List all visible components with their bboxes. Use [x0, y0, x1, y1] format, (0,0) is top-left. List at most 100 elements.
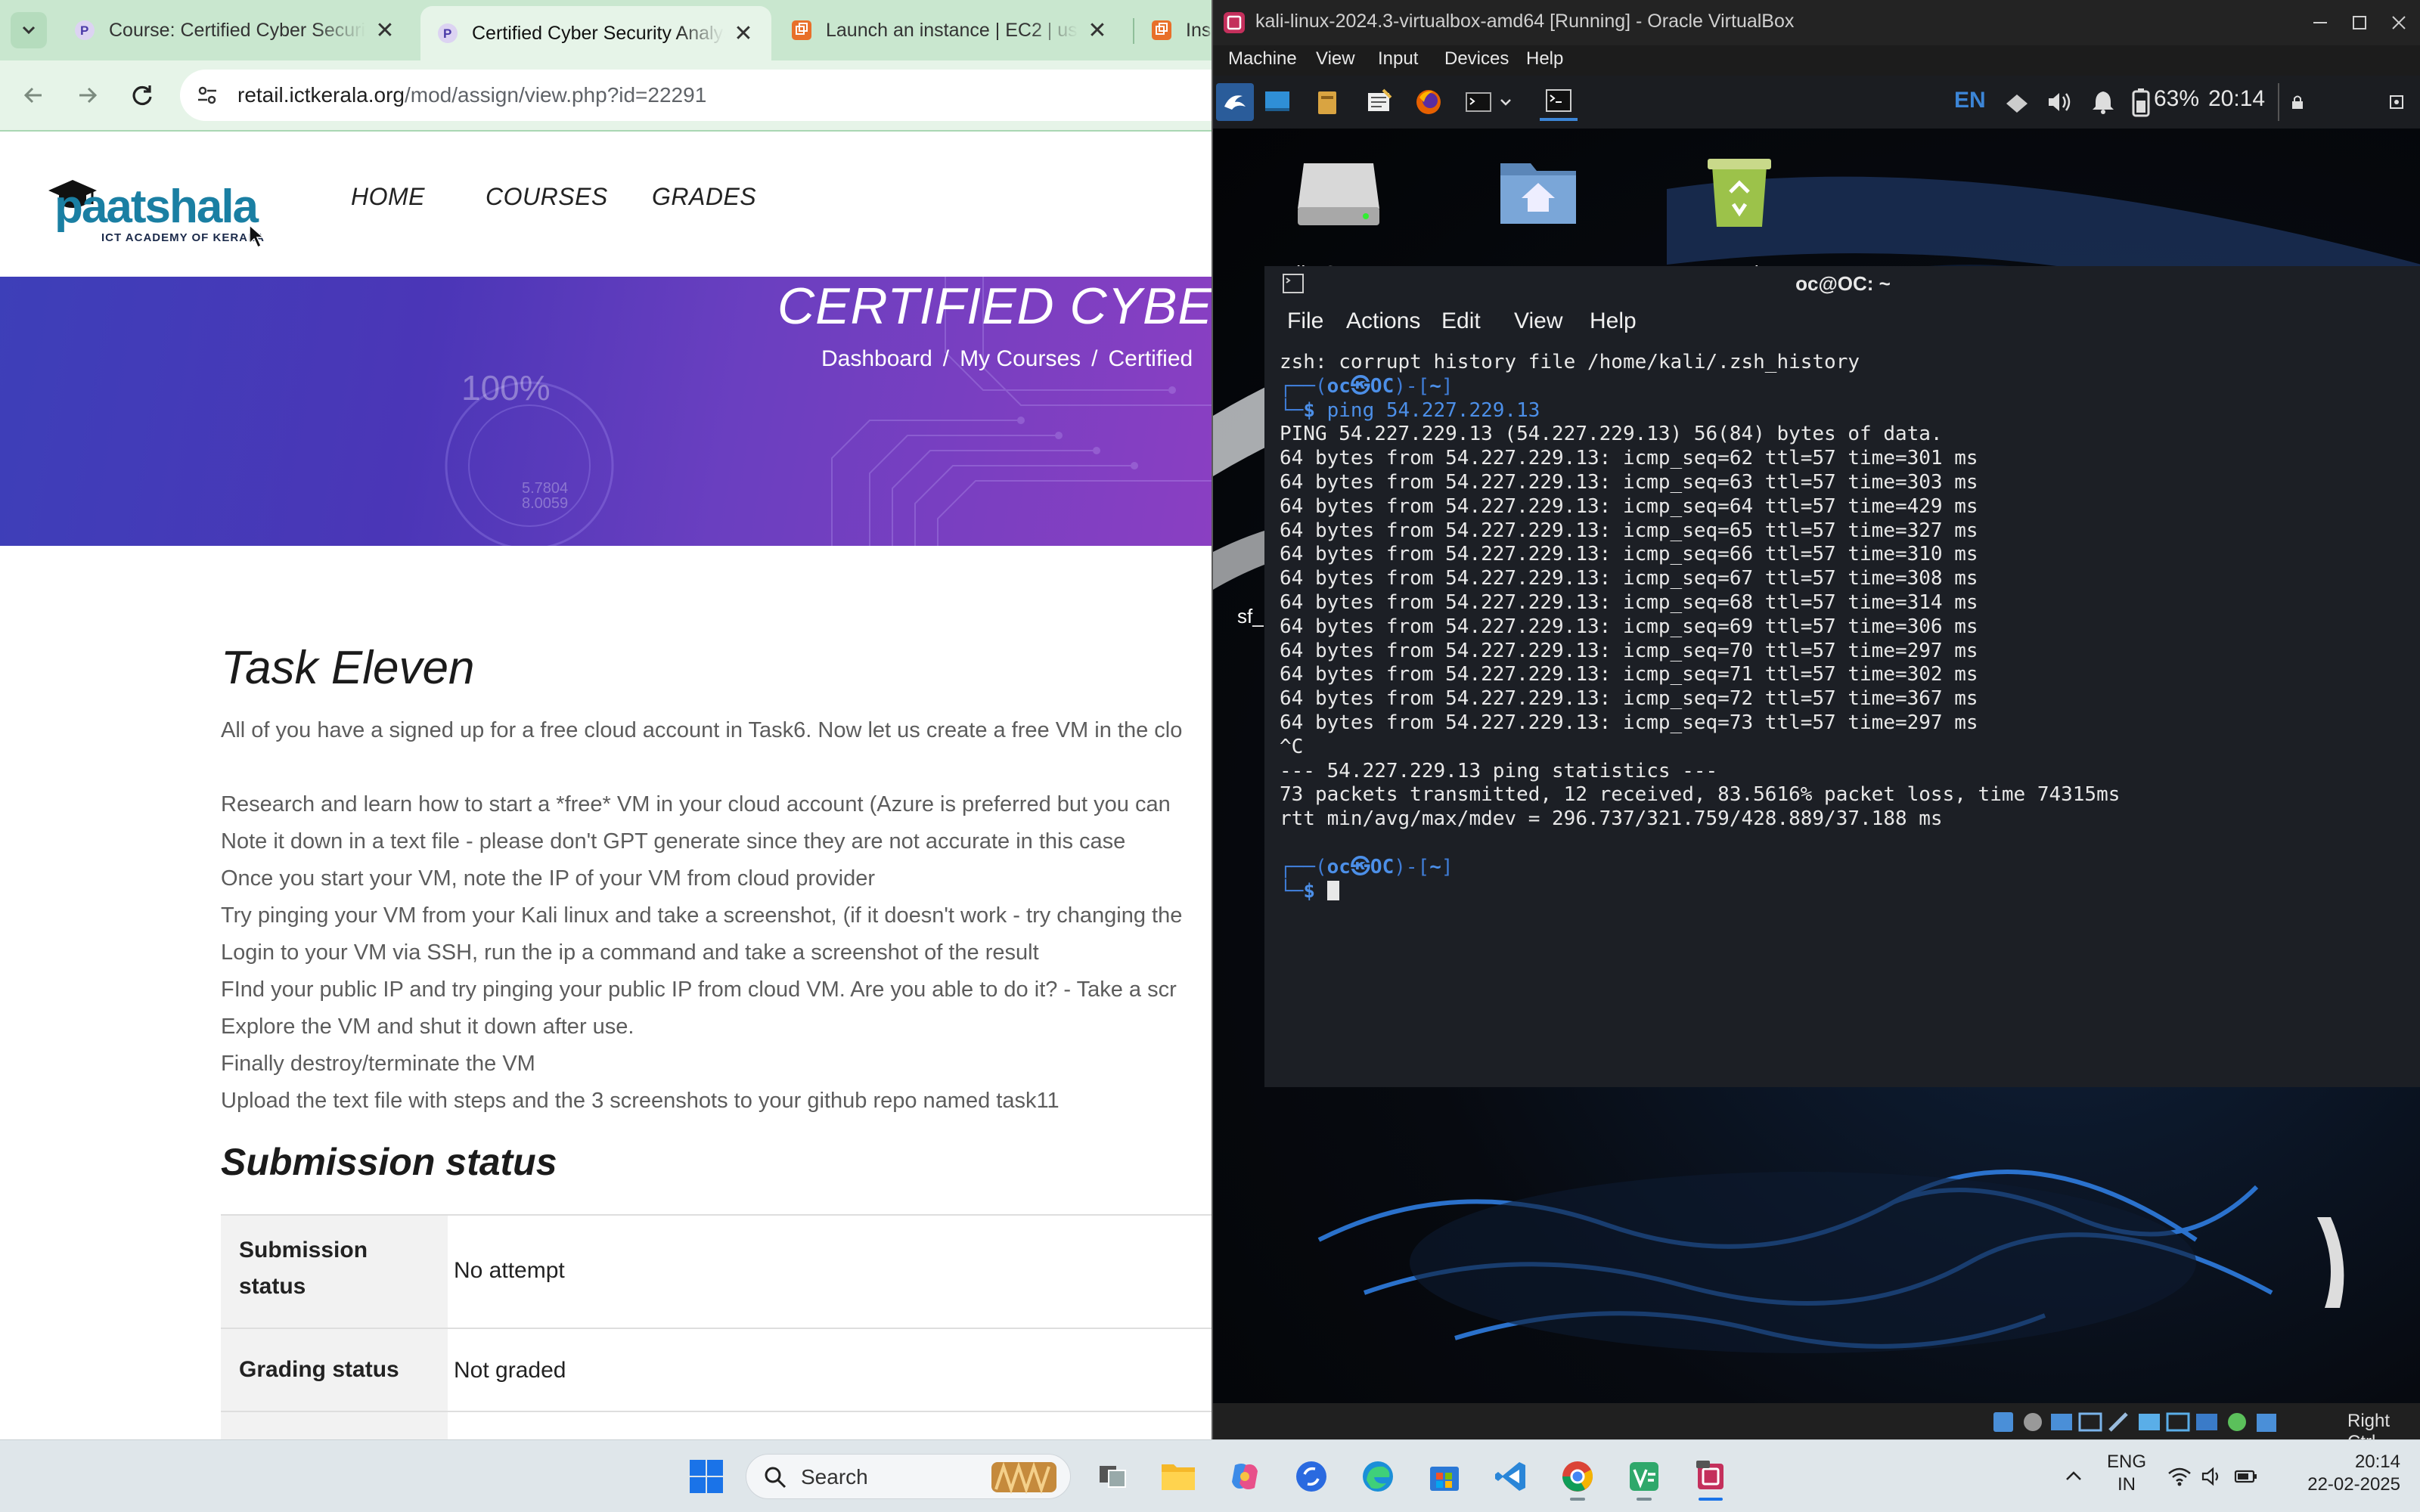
terminal-output[interactable]: zsh: corrupt history file /home/kali/.zs…	[1280, 351, 2414, 1077]
network-icon[interactable]	[1998, 83, 2036, 121]
menu-input[interactable]: Input	[1378, 48, 1418, 70]
menu-help[interactable]: Help	[1526, 48, 1563, 70]
terminal-launcher-icon[interactable]	[1460, 83, 1497, 121]
menu-machine[interactable]: Machine	[1228, 48, 1297, 70]
forward-button[interactable]	[70, 77, 106, 113]
running-indicator	[1570, 1498, 1585, 1501]
desktop-icon-home[interactable]: Home	[1470, 148, 1606, 285]
volume-icon[interactable]	[2040, 83, 2078, 121]
submission-status-table: Submission status No attempt Grading sta…	[221, 1214, 1212, 1439]
input-language[interactable]: ENG IN	[2107, 1451, 2146, 1496]
terminal-menu-view[interactable]: View	[1514, 308, 1562, 334]
task-view-icon[interactable]	[1092, 1455, 1134, 1498]
kali-menu-icon[interactable]	[1216, 83, 1254, 121]
vbox-titlebar: kali-linux-2024.3-virtualbox-amd64 [Runn…	[1213, 0, 2420, 45]
design-app-icon[interactable]	[1623, 1455, 1665, 1501]
terminal-menu-help[interactable]: Help	[1590, 308, 1637, 334]
url-host: retail.ictkerala.org	[237, 83, 405, 107]
notifications-icon[interactable]	[2084, 83, 2122, 121]
ping-reply: 64 bytes from 54.227.229.13: icmp_seq=72…	[1280, 687, 1978, 711]
site-logo[interactable]: paatshala ICT ACADEMY OF KERALA	[47, 172, 274, 245]
maximize-icon	[2353, 16, 2366, 29]
breadcrumb-certified[interactable]: Certified	[1109, 346, 1193, 371]
tab-ec2[interactable]: Launch an instance | EC2 | us-east ✕	[774, 6, 1125, 54]
paatshala-icon: P	[74, 20, 95, 41]
vbox-title: kali-linux-2024.3-virtualbox-amd64 [Runn…	[1255, 11, 1795, 32]
desktop-icon-trash[interactable]: Trash	[1671, 148, 1807, 285]
terminal-input-line[interactable]: └─$	[1280, 880, 2414, 904]
virtualbox-taskbar-icon[interactable]	[1689, 1455, 1732, 1501]
copilot-icon[interactable]	[1224, 1455, 1266, 1498]
taskbar-clock[interactable]: 20:14 22-02-2025	[2294, 1451, 2400, 1496]
maximize-button[interactable]	[2341, 6, 2378, 39]
nav-courses[interactable]: COURSES	[486, 183, 608, 211]
ping-reply: 64 bytes from 54.227.229.13: icmp_seq=68…	[1280, 590, 1978, 614]
terminal-titlebar: oc@OC: ~	[1264, 266, 2420, 301]
ms-store-icon[interactable]	[1423, 1455, 1466, 1498]
terminal-menu-actions[interactable]: Actions	[1346, 308, 1420, 334]
battery-tray-icon[interactable]	[2231, 1455, 2261, 1498]
tab-assignment[interactable]: P Certified Cyber Security Analyst ✕	[420, 6, 771, 60]
close-tab-icon[interactable]: ✕	[732, 20, 755, 47]
minimize-button[interactable]	[2302, 6, 2338, 39]
ping-reply: 64 bytes from 54.227.229.13: icmp_seq=64…	[1280, 494, 1978, 518]
assignment-step: Research and learn how to start a *free*…	[221, 792, 1171, 816]
breadcrumb-dashboard[interactable]: Dashboard	[821, 346, 932, 371]
panel-clock[interactable]: 20:14	[2208, 86, 2265, 112]
row-value: No attempt	[454, 1258, 565, 1283]
address-bar[interactable]: retail.ictkerala.org/mod/assign/view.php…	[180, 70, 1212, 121]
search-highlight-image	[991, 1461, 1056, 1495]
tab-course[interactable]: P Course: Certified Cyber Security Analy…	[57, 6, 413, 54]
file-explorer-icon[interactable]	[1157, 1455, 1199, 1498]
taskbar-search[interactable]: Search	[746, 1454, 1071, 1499]
lock-screen-icon[interactable]	[2278, 83, 2316, 121]
vscode-icon[interactable]	[1490, 1455, 1532, 1498]
keyboard-layout[interactable]: EN	[1954, 88, 1986, 113]
edge-icon[interactable]	[1357, 1455, 1399, 1498]
breadcrumb-my-courses[interactable]: My Courses	[960, 346, 1081, 371]
text-editor-icon[interactable]	[1360, 83, 1398, 121]
terminal-menu-file[interactable]: File	[1287, 308, 1323, 334]
site-info-icon[interactable]	[194, 82, 221, 109]
assignment-step: FInd your public IP and try pinging your…	[221, 978, 1177, 1002]
menu-devices[interactable]: Devices	[1444, 48, 1509, 70]
logo-subtitle: ICT ACADEMY OF KERALA	[101, 231, 265, 244]
row-value: Not graded	[454, 1358, 566, 1383]
minimize-icon	[2313, 22, 2327, 23]
back-button[interactable]	[15, 77, 51, 113]
chrome-icon[interactable]	[1556, 1455, 1599, 1501]
terminal-menu-edit[interactable]: Edit	[1441, 308, 1481, 334]
active-indicator	[1699, 1498, 1723, 1501]
terminal-menubar: File Actions Edit View Help	[1264, 301, 2420, 342]
close-button[interactable]	[2381, 6, 2417, 39]
tab-instances[interactable]: Ins	[1134, 6, 1212, 54]
taskbar-terminal-window[interactable]	[1540, 83, 1578, 121]
logout-icon[interactable]	[2378, 83, 2415, 121]
firefox-icon[interactable]	[1410, 83, 1447, 121]
tab-search-button[interactable]	[11, 12, 47, 48]
chevron-up-icon[interactable]	[2052, 1455, 2095, 1498]
terminal-title: oc@OC: ~	[1795, 272, 1891, 295]
home-folder-icon	[1500, 163, 1576, 224]
wifi-icon[interactable]	[2164, 1455, 2195, 1498]
assignment-step: Try pinging your VM from your Kali linux…	[221, 903, 1183, 928]
reload-button[interactable]	[124, 77, 160, 113]
clock-date: 22-02-2025	[2307, 1474, 2400, 1495]
sync-app-icon[interactable]	[1290, 1455, 1333, 1498]
nav-home[interactable]: HOME	[351, 183, 425, 211]
assignment-step: Login to your VM via SSH, run the ip a c…	[221, 940, 1039, 965]
nav-grades[interactable]: GRADES	[652, 183, 756, 211]
show-desktop-icon[interactable]	[1258, 83, 1296, 121]
speaker-icon[interactable]	[2198, 1455, 2228, 1498]
banner-gauge-small-line: 5.7804	[522, 480, 569, 497]
file-manager-icon[interactable]	[1308, 83, 1346, 121]
desktop-icon-file-system[interactable]: File System	[1270, 148, 1407, 285]
menu-view[interactable]: View	[1316, 48, 1355, 70]
ping-reply: 64 bytes from 54.227.229.13: icmp_seq=67…	[1280, 567, 1978, 590]
start-button[interactable]	[685, 1455, 728, 1498]
desktop-icon-label-partial[interactable]: sf_	[1237, 605, 1264, 628]
close-tab-icon[interactable]: ✕	[374, 17, 396, 44]
chevron-down-icon[interactable]	[1494, 83, 1517, 121]
trash-icon	[1708, 159, 1771, 227]
close-tab-icon[interactable]: ✕	[1086, 17, 1109, 44]
